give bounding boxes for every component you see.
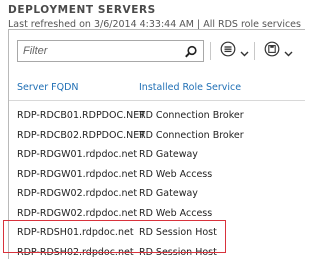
- server-fqdn-cell: RDP-RDGW01.rdpdoc.net: [17, 168, 138, 180]
- server-fqdn-cell: RDP-RDSH01.rdpdoc.net: [17, 227, 134, 238]
- table-row[interactable]: RDP-RDSH02.rdpdoc.net RD Session Host: [17, 243, 305, 259]
- server-fqdn-cell: RDP-RDGW01.rdpdoc.net: [17, 149, 138, 160]
- server-fqdn-cell: RDP-RDSH02.rdpdoc.net: [17, 246, 134, 258]
- server-fqdn-cell: RDP-RDGW02.rdpdoc.net: [17, 188, 138, 199]
- filter-input[interactable]: [18, 41, 183, 61]
- role-service-cell: RD Web Access: [139, 207, 213, 219]
- deployment-servers-tile: DEPLOYMENT SERVERS Last refreshed on 3/6…: [0, 0, 305, 259]
- toolbar: [17, 40, 305, 64]
- role-service-cell: RD Web Access: [139, 168, 213, 180]
- toolbar-separator: [210, 42, 211, 60]
- server-fqdn-cell: RDP-RDCB01.RDPDOC.NET: [17, 110, 146, 121]
- role-service-cell: RD Gateway: [139, 188, 198, 199]
- save-button[interactable]: [264, 41, 293, 61]
- column-headers: Server FQDN Installed Role Service: [17, 82, 305, 98]
- chevron-down-icon: [240, 42, 249, 61]
- toolbar-separator: [254, 42, 255, 60]
- chevron-down-icon: [284, 42, 293, 61]
- column-header-installed-role-service[interactable]: Installed Role Service: [139, 82, 241, 93]
- save-icon: [264, 41, 280, 61]
- table-row[interactable]: RDP-RDGW02.rdpdoc.net RD Gateway: [17, 184, 305, 204]
- role-service-cell: RD Session Host: [139, 227, 217, 238]
- server-fqdn-cell: RDP-RDCB02.RDPDOC.NET: [17, 129, 146, 141]
- server-fqdn-cell: RDP-RDGW02.rdpdoc.net: [17, 207, 138, 219]
- list-options-icon: [220, 41, 236, 61]
- role-service-cell: RD Session Host: [139, 246, 217, 258]
- role-service-cell: RD Connection Broker: [139, 110, 244, 121]
- table-row[interactable]: RDP-RDGW01.rdpdoc.net RD Gateway: [17, 145, 305, 165]
- tile-header: DEPLOYMENT SERVERS Last refreshed on 3/6…: [8, 3, 305, 31]
- table-row[interactable]: RDP-RDGW02.rdpdoc.net RD Web Access: [17, 204, 305, 224]
- table-row[interactable]: RDP-RDSH01.rdpdoc.net RD Session Host: [17, 223, 305, 243]
- role-service-cell: RD Gateway: [139, 149, 198, 160]
- role-service-cell: RD Connection Broker: [139, 129, 244, 141]
- column-header-server-fqdn[interactable]: Server FQDN: [17, 82, 79, 93]
- list-options-button[interactable]: [220, 41, 249, 61]
- server-list: RDP-RDCB01.RDPDOC.NET RD Connection Brok…: [17, 106, 305, 259]
- filter-box: [17, 40, 204, 62]
- search-icon[interactable]: [184, 44, 198, 58]
- table-row[interactable]: RDP-RDCB02.RDPDOC.NET RD Connection Brok…: [17, 126, 305, 146]
- tile-title: DEPLOYMENT SERVERS: [8, 4, 156, 16]
- table-row[interactable]: RDP-RDGW01.rdpdoc.net RD Web Access: [17, 165, 305, 185]
- servers-panel: Server FQDN Installed Role Service RDP-R…: [8, 29, 305, 259]
- table-row[interactable]: RDP-RDCB01.RDPDOC.NET RD Connection Brok…: [17, 106, 305, 126]
- header-divider: [9, 100, 305, 101]
